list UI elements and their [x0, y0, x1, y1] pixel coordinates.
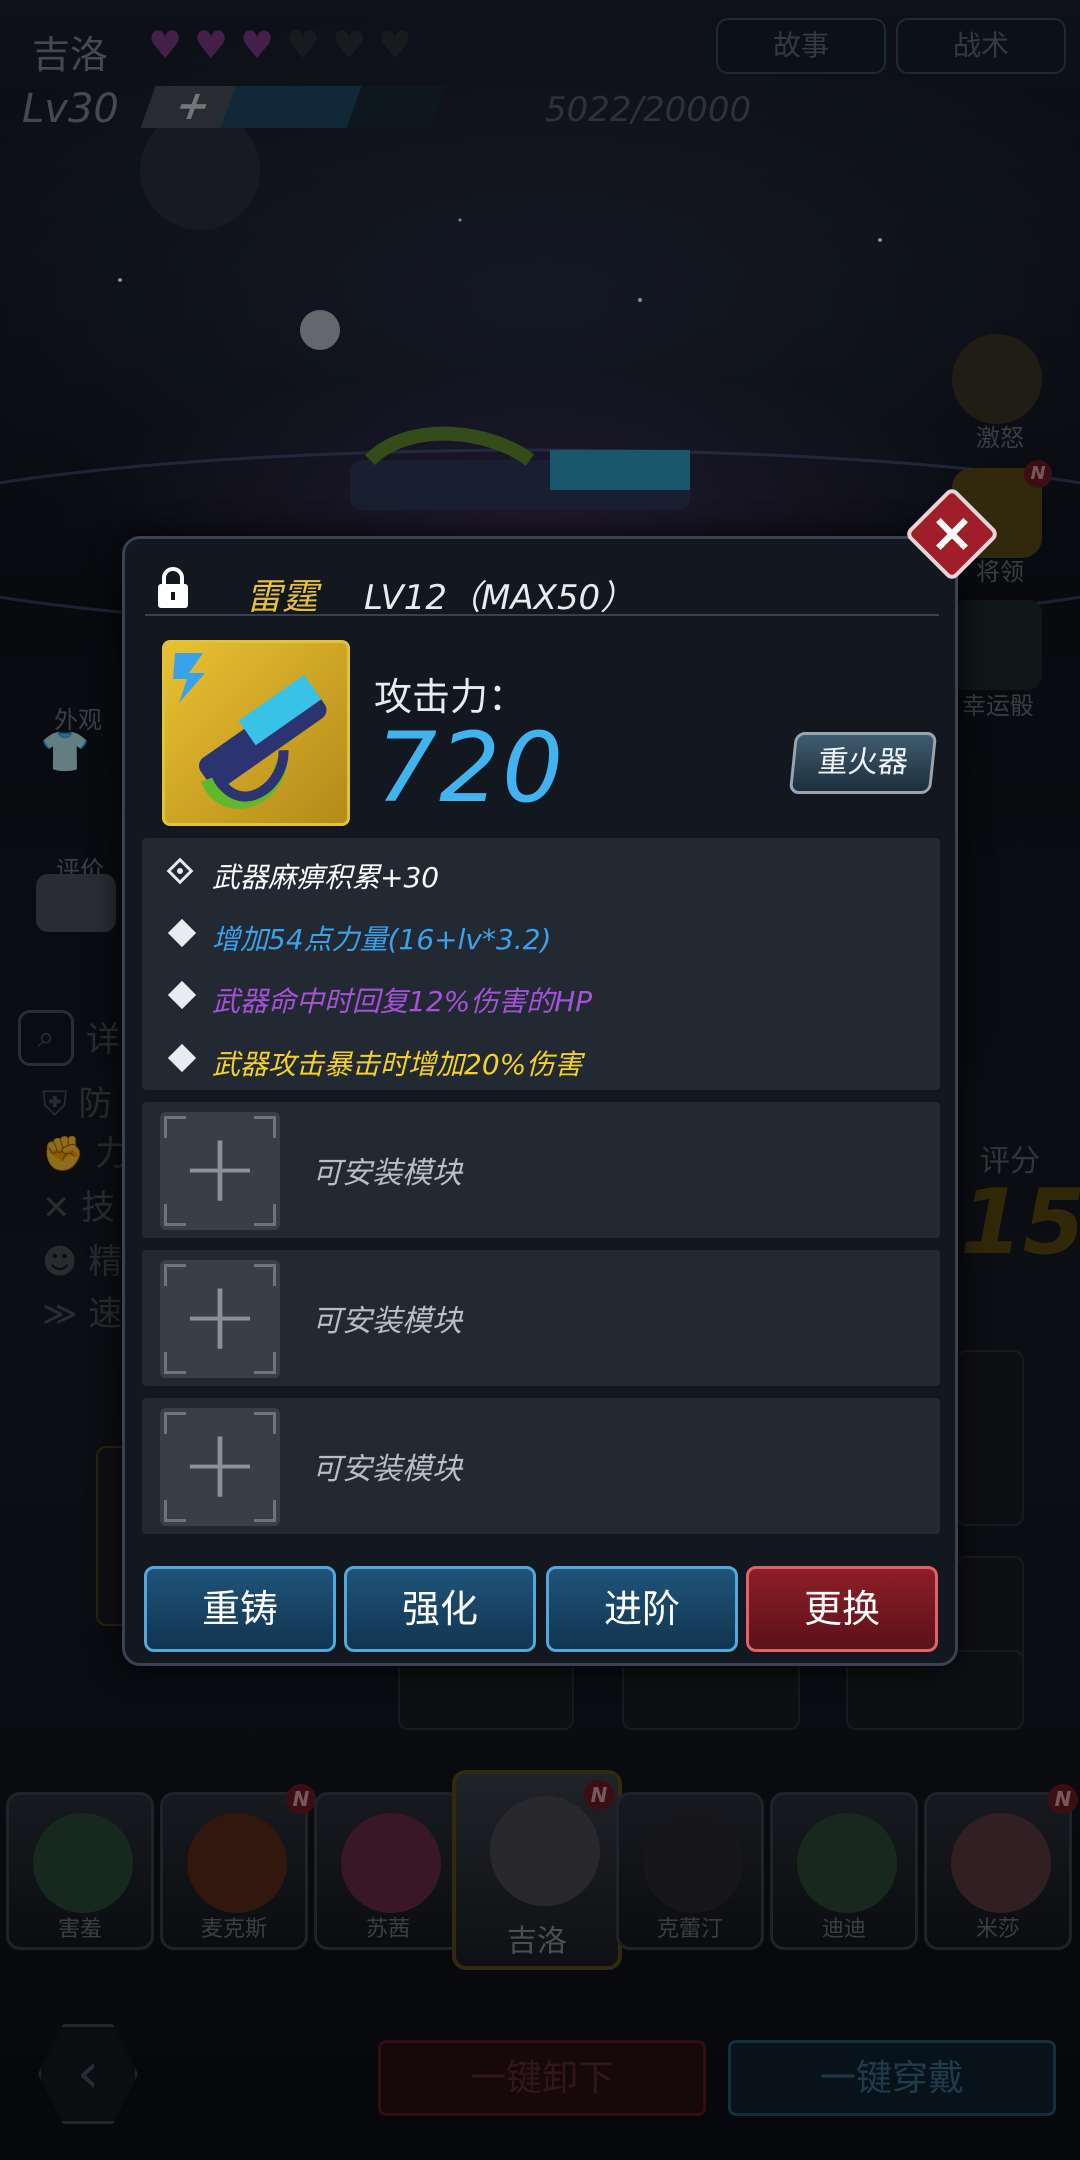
- advance-button[interactable]: 进阶: [546, 1566, 738, 1652]
- replace-button[interactable]: 更换: [746, 1566, 938, 1652]
- module-slot-label: 可安装模块: [312, 1156, 462, 1191]
- lightning-icon: [173, 653, 205, 703]
- divider: [145, 614, 939, 616]
- module-slot[interactable]: + 可安装模块: [142, 1398, 940, 1534]
- attribute-text: 武器命中时回复12%伤害的HP: [212, 985, 593, 1018]
- module-slot[interactable]: + 可安装模块: [142, 1102, 940, 1238]
- module-slot[interactable]: + 可安装模块: [142, 1250, 940, 1386]
- attribute-text: 增加54点力量(16+lv*3.2): [212, 923, 552, 956]
- lock-icon[interactable]: [156, 566, 190, 610]
- plus-icon[interactable]: +: [160, 1260, 280, 1378]
- attribute-text: 武器攻击暴击时增加20%伤害: [212, 1048, 583, 1081]
- enhance-button[interactable]: 强化: [344, 1566, 536, 1652]
- attribute-text: 武器麻痹积累+30: [212, 861, 440, 894]
- attack-value: 720: [376, 712, 566, 824]
- weapon-level: LV12（MAX50）: [364, 578, 635, 618]
- module-slot-label: 可安装模块: [312, 1452, 462, 1487]
- recast-button[interactable]: 重铸: [144, 1566, 336, 1652]
- weapon-type-badge: 重火器: [788, 732, 938, 794]
- module-slot-label: 可安装模块: [312, 1304, 462, 1339]
- weapon-name: 雷霆: [246, 577, 319, 618]
- weapon-thumbnail: [162, 640, 350, 826]
- close-icon[interactable]: ×: [918, 500, 986, 568]
- plus-icon[interactable]: +: [160, 1408, 280, 1526]
- target-icon: [166, 857, 194, 885]
- plus-icon[interactable]: +: [160, 1112, 280, 1230]
